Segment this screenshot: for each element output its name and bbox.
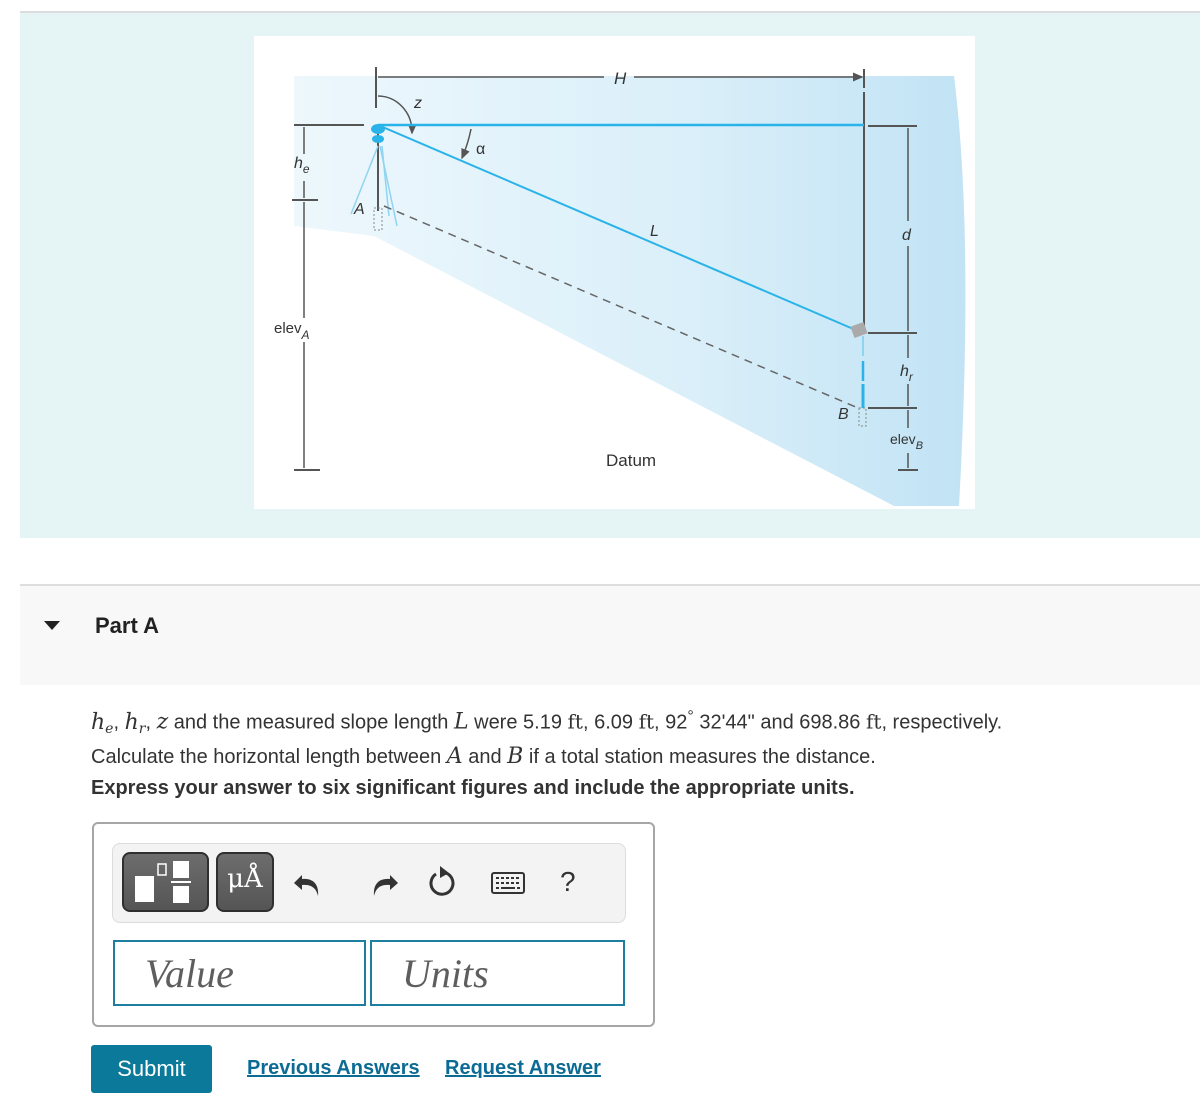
reset-button[interactable]	[422, 863, 462, 903]
help-button[interactable]: ?	[560, 866, 576, 898]
collapse-triangle-icon[interactable]	[44, 621, 60, 630]
templates-button[interactable]	[122, 852, 209, 912]
question-line-2: Calculate the horizontal length between …	[91, 743, 876, 769]
instruction-text: Express your answer to six significant f…	[91, 777, 855, 799]
units-icon: μÅ	[227, 864, 263, 894]
label-elevA: elevA	[274, 320, 310, 342]
redo-icon	[373, 875, 398, 896]
keyboard-button[interactable]	[490, 863, 530, 903]
part-a-header[interactable]	[20, 584, 1200, 685]
part-title: Part A	[95, 613, 159, 638]
fraction-template-icon	[135, 861, 191, 903]
question-text: he, hr, z and the measured slope length …	[91, 703, 1191, 771]
submit-button[interactable]: Submit	[91, 1045, 212, 1093]
label-B: B	[838, 406, 849, 423]
var-B: B	[507, 743, 524, 769]
reset-icon	[429, 866, 455, 896]
previous-answers-link[interactable]: Previous Answers	[247, 1057, 420, 1080]
label-H: H	[614, 69, 627, 88]
label-L: L	[650, 223, 659, 240]
value-input[interactable]	[113, 940, 366, 1006]
units-input[interactable]	[370, 940, 625, 1006]
label-A: A	[353, 201, 365, 218]
undo-button[interactable]	[290, 863, 330, 903]
redo-button[interactable]	[362, 863, 402, 903]
diagram-svg: H z L α A he elevA B d hr elevB Datum	[274, 67, 966, 506]
keyboard-icon	[491, 872, 525, 894]
var-z: z	[156, 709, 169, 735]
label-alpha: α	[476, 141, 485, 158]
question-line-1: he, hr, z and the measured slope length …	[91, 708, 1003, 737]
var-A: A	[446, 743, 463, 769]
label-datum: Datum	[606, 451, 656, 470]
label-z: z	[413, 95, 422, 112]
request-answer-link[interactable]: Request Answer	[445, 1057, 601, 1080]
label-d: d	[902, 227, 912, 244]
var-he: he	[91, 709, 114, 737]
undo-icon	[294, 875, 319, 896]
var-L: L	[453, 709, 469, 735]
survey-diagram: H z L α A he elevA B d hr elevB Datum	[254, 36, 975, 509]
units-button[interactable]: μÅ	[216, 852, 274, 912]
var-hr: hr	[124, 709, 146, 737]
